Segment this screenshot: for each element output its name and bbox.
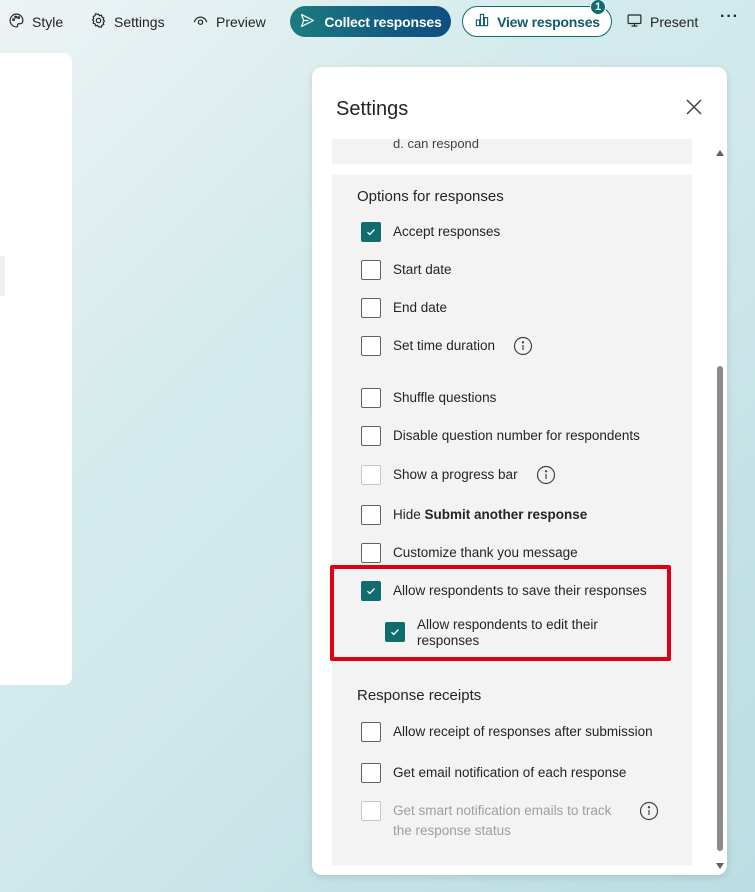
start-date-label: Start date: [393, 262, 452, 277]
smart-notification-option[interactable]: Get smart notification emails to track t…: [361, 801, 659, 841]
response-receipts-title: Response receipts: [357, 687, 482, 704]
thank-you-message-label: Customize thank you message: [393, 545, 578, 560]
view-label: View responses: [497, 13, 600, 30]
time-duration-checkbox[interactable]: [361, 336, 381, 356]
time-duration-option[interactable]: Set time duration: [361, 336, 533, 356]
accept-responses-checkbox[interactable]: [361, 222, 381, 242]
info-icon[interactable]: [536, 465, 556, 485]
top-toolbar: Style Settings Preview Collect responses…: [0, 0, 755, 44]
end-date-option[interactable]: End date: [361, 298, 447, 318]
accept-responses-option[interactable]: Accept responses: [361, 222, 500, 242]
hide-prefix: Hide: [393, 507, 425, 522]
more-options-button[interactable]: ···: [720, 8, 739, 26]
accept-responses-label: Accept responses: [393, 224, 501, 239]
form-card-marker: [0, 256, 5, 296]
form-canvas-card: [0, 53, 72, 685]
collect-label: Collect responses: [324, 13, 442, 30]
eye-icon: [192, 12, 209, 32]
style-button[interactable]: Style: [8, 8, 63, 36]
info-icon[interactable]: [513, 336, 533, 356]
disable-question-number-option[interactable]: Disable question number for respondents: [361, 426, 640, 446]
disable-question-number-label: Disable question number for respondents: [393, 428, 640, 443]
progress-bar-option[interactable]: Show a progress bar: [361, 465, 556, 485]
hide-submit-another-label: Hide Submit another response: [393, 505, 587, 524]
settings-panel: Settings d. can respond Options for resp…: [312, 67, 727, 875]
close-icon: [682, 99, 706, 123]
shuffle-questions-label: Shuffle questions: [393, 390, 497, 405]
scroll-up-arrow[interactable]: [715, 145, 725, 156]
time-duration-label: Set time duration: [393, 338, 496, 353]
receipt-option[interactable]: Allow receipt of responses after submiss…: [361, 722, 653, 742]
panel-title: Settings: [336, 98, 409, 120]
progress-bar-label: Show a progress bar: [393, 467, 518, 482]
settings-scroll-area[interactable]: d. can respond Options for responses Acc…: [332, 139, 692, 869]
email-notification-label: Get email notification of each response: [393, 765, 627, 780]
shuffle-questions-option[interactable]: Shuffle questions: [361, 388, 496, 408]
info-icon[interactable]: [639, 801, 659, 821]
settings-button[interactable]: Settings: [90, 8, 165, 36]
thank-you-message-checkbox[interactable]: [361, 543, 381, 563]
monitor-icon: [626, 12, 643, 32]
options-for-responses-title: Options for responses: [357, 188, 504, 205]
previous-section-text: d. can respond: [393, 139, 480, 151]
preview-button[interactable]: Preview: [192, 8, 266, 36]
start-date-option[interactable]: Start date: [361, 260, 452, 280]
settings-label: Settings: [114, 14, 165, 30]
disable-question-number-checkbox[interactable]: [361, 426, 381, 446]
email-notification-option[interactable]: Get email notification of each response: [361, 763, 626, 783]
send-icon: [299, 12, 316, 32]
hide-submit-another-option[interactable]: Hide Submit another response: [361, 505, 587, 525]
style-label: Style: [32, 14, 64, 30]
end-date-label: End date: [393, 300, 448, 315]
present-button[interactable]: Present: [626, 8, 698, 36]
shuffle-questions-checkbox[interactable]: [361, 388, 381, 408]
smart-notification-checkbox[interactable]: [361, 801, 381, 821]
gear-icon: [90, 12, 107, 32]
hide-submit-another-checkbox[interactable]: [361, 505, 381, 525]
options-card: Options for responses Accept responses S…: [332, 175, 692, 865]
start-date-checkbox[interactable]: [361, 260, 381, 280]
progress-bar-checkbox[interactable]: [361, 465, 381, 485]
previous-section-card: d. can respond: [332, 139, 692, 164]
scroll-down-arrow[interactable]: [715, 858, 725, 869]
view-responses-button[interactable]: View responses: [462, 6, 612, 37]
highlight-box: [330, 565, 671, 661]
thank-you-message-option[interactable]: Customize thank you message: [361, 543, 578, 563]
end-date-checkbox[interactable]: [361, 298, 381, 318]
bar-chart-icon: [474, 12, 490, 31]
hide-bold-text: Submit another response: [424, 507, 588, 522]
preview-label: Preview: [216, 14, 266, 30]
email-notification-checkbox[interactable]: [361, 763, 381, 783]
palette-icon: [8, 12, 25, 32]
scrollbar-thumb[interactable]: [717, 366, 723, 851]
present-label: Present: [650, 14, 699, 30]
smart-notification-label: Get smart notification emails to track t…: [393, 803, 612, 838]
close-button[interactable]: [682, 95, 706, 119]
receipt-checkbox[interactable]: [361, 722, 381, 742]
collect-responses-button[interactable]: Collect responses: [290, 6, 451, 37]
receipt-label: Allow receipt of responses after submiss…: [393, 724, 653, 739]
